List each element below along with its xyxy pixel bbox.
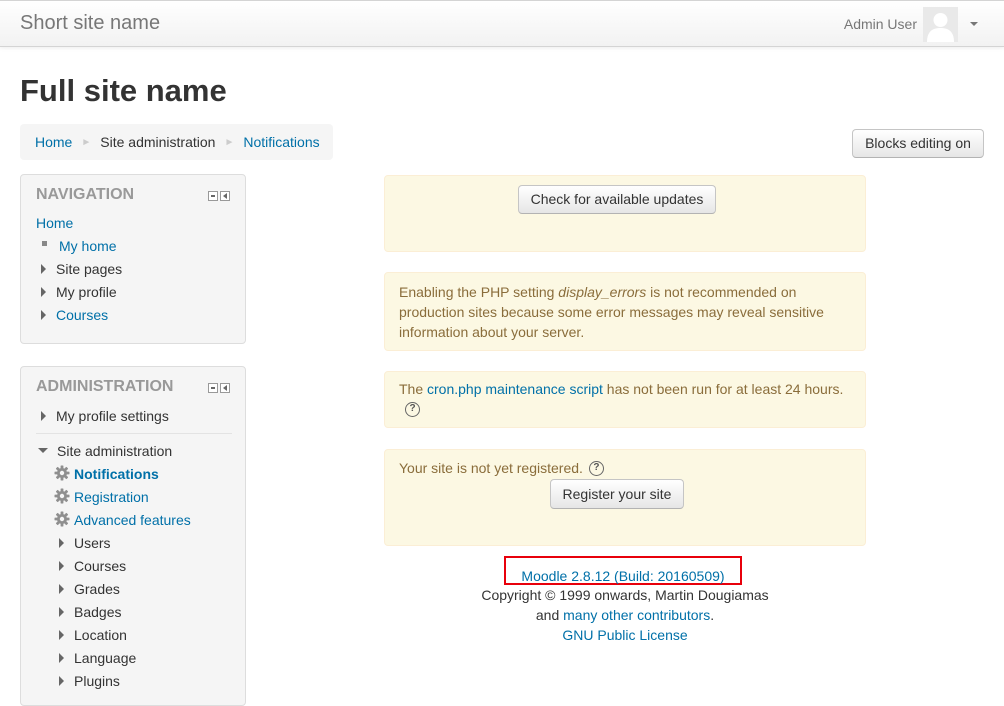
admin-plugins-label[interactable]: Plugins (74, 673, 120, 689)
nav-item-courses[interactable]: Courses (36, 304, 245, 327)
moodle-version-link[interactable]: Moodle 2.8.12 (Build: 20160509) (521, 568, 724, 584)
admin-item-plugins[interactable]: Plugins (59, 670, 245, 693)
admin-badges-label[interactable]: Badges (74, 604, 121, 620)
display-errors-notice: Enabling the PHP setting display_errors … (384, 272, 866, 351)
site-administration-label[interactable]: Site administration (57, 443, 172, 459)
user-avatar-icon[interactable] (923, 6, 958, 42)
nav-courses-link[interactable]: Courses (56, 307, 108, 323)
contributors-period: . (710, 607, 715, 623)
nav-item-my-profile[interactable]: My profile (36, 281, 245, 304)
help-icon[interactable]: ? (588, 460, 604, 476)
expand-arrow-icon[interactable] (59, 561, 64, 572)
administration-block-header: ADMINISTRATION (21, 367, 245, 405)
admin-item-grades[interactable]: Grades (59, 578, 245, 601)
display-errors-text-pre: Enabling the PHP setting (399, 284, 559, 300)
page-title: Full site name (20, 73, 227, 108)
admin-users-label[interactable]: Users (74, 535, 111, 551)
administration-block: ADMINISTRATION My profile settings Site … (20, 366, 246, 706)
admin-notifications-link[interactable]: Notifications (74, 466, 159, 482)
gear-icon (54, 465, 70, 481)
admin-item-site-administration[interactable]: Site administration (38, 440, 245, 463)
breadcrumb: Home ► Site administration ► Notificatio… (20, 124, 333, 160)
hide-block-icon[interactable] (208, 383, 218, 393)
expand-arrow-icon[interactable] (59, 584, 64, 595)
admin-item-badges[interactable]: Badges (59, 601, 245, 624)
registration-notice: Your site is not yet registered.? Regist… (384, 449, 866, 546)
footer-license: GNU Public License (384, 626, 866, 646)
nav-item-home[interactable]: Home (36, 212, 245, 235)
admin-item-my-profile-settings[interactable]: My profile settings (41, 405, 245, 428)
admin-language-label[interactable]: Language (74, 650, 136, 666)
expand-arrow-icon[interactable] (59, 653, 64, 664)
expand-arrow-icon[interactable] (59, 630, 64, 641)
breadcrumb-notifications[interactable]: Notifications (243, 134, 319, 150)
admin-item-advanced-features[interactable]: Advanced features (54, 509, 245, 532)
admin-courses-label[interactable]: Courses (74, 558, 126, 574)
user-menu[interactable]: Admin User (844, 6, 978, 42)
copyright-text: Copyright © 1999 onwards, Martin Dougiam… (481, 587, 769, 603)
admin-location-label[interactable]: Location (74, 627, 127, 643)
collapse-arrow-icon[interactable] (38, 447, 48, 453)
expand-arrow-icon[interactable] (41, 287, 46, 298)
admin-item-courses[interactable]: Courses (59, 555, 245, 578)
check-updates-button[interactable]: Check for available updates (518, 185, 716, 214)
site-brand-link[interactable]: Short site name (20, 12, 160, 35)
top-navbar: Short site name Admin User (0, 0, 1004, 47)
contributors-and: and (535, 607, 564, 623)
registration-text: Your site is not yet registered. (399, 460, 583, 476)
breadcrumb-home[interactable]: Home (35, 134, 72, 150)
updates-notice: Check for available updates (384, 175, 866, 252)
breadcrumb-separator-icon: ► (224, 136, 235, 148)
nav-my-profile-label[interactable]: My profile (56, 284, 117, 300)
dock-block-icon[interactable] (220, 383, 230, 393)
admin-item-registration[interactable]: Registration (54, 486, 245, 509)
navigation-block-header: NAVIGATION (21, 175, 245, 213)
admin-registration-link[interactable]: Registration (74, 489, 149, 505)
administration-block-title: ADMINISTRATION (36, 378, 174, 395)
gear-icon (54, 488, 70, 504)
expand-arrow-icon[interactable] (41, 264, 46, 275)
breadcrumb-separator-icon: ► (81, 136, 92, 148)
caret-down-icon[interactable] (970, 22, 978, 26)
breadcrumb-site-administration: Site administration (100, 134, 216, 150)
admin-item-notifications[interactable]: Notifications (54, 463, 245, 486)
cron-script-link[interactable]: cron.php maintenance script (427, 381, 603, 397)
nav-item-site-pages[interactable]: Site pages (36, 258, 245, 281)
expand-arrow-icon[interactable] (41, 310, 46, 321)
version-highlight-box: Moodle 2.8.12 (Build: 20160509) (504, 556, 742, 585)
admin-advanced-features-link[interactable]: Advanced features (74, 512, 191, 528)
nav-my-home-link[interactable]: My home (59, 238, 117, 254)
expand-arrow-icon[interactable] (59, 607, 64, 618)
footer-contributors: and many other contributors. (384, 606, 866, 626)
admin-item-location[interactable]: Location (59, 624, 245, 647)
admin-grades-label[interactable]: Grades (74, 581, 120, 597)
user-name[interactable]: Admin User (844, 16, 917, 32)
dock-block-icon[interactable] (220, 191, 230, 201)
navigation-block-title: NAVIGATION (36, 186, 135, 203)
cron-text-pre: The (399, 381, 428, 397)
cron-text-post: has not been run for at least 24 hours. (602, 381, 844, 397)
nav-site-pages-label[interactable]: Site pages (56, 261, 122, 277)
expand-arrow-icon[interactable] (59, 538, 64, 549)
gpl-license-link[interactable]: GNU Public License (562, 627, 687, 643)
admin-item-language[interactable]: Language (59, 647, 245, 670)
cron-notice: The cron.php maintenance script has not … (384, 371, 866, 428)
expand-arrow-icon[interactable] (41, 411, 46, 422)
gear-icon (54, 511, 70, 527)
expand-arrow-icon[interactable] (59, 676, 64, 687)
admin-item-users[interactable]: Users (59, 532, 245, 555)
blocks-editing-on-button[interactable]: Blocks editing on (852, 129, 984, 158)
divider (36, 433, 232, 434)
register-site-button[interactable]: Register your site (550, 479, 684, 509)
help-icon[interactable]: ? (405, 401, 420, 417)
navigation-block: NAVIGATION Home My home Site pages My pr… (20, 174, 246, 344)
display-errors-setting: display_errors (558, 284, 647, 300)
contributors-link[interactable]: many other contributors (563, 607, 710, 623)
nav-item-my-home[interactable]: My home (36, 235, 245, 258)
hide-block-icon[interactable] (208, 191, 218, 201)
nav-home-link[interactable]: Home (36, 215, 73, 231)
footer-copyright: Copyright © 1999 onwards, Martin Dougiam… (384, 586, 866, 606)
my-profile-settings-label[interactable]: My profile settings (56, 408, 169, 424)
bullet-icon (42, 240, 47, 246)
